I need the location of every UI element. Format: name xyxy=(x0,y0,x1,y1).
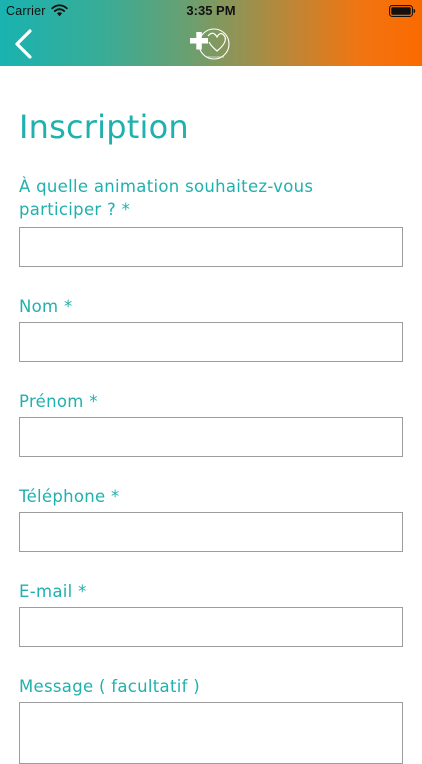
page-title: Inscription xyxy=(19,108,189,146)
navigation-header: Carrier 3:35 PM xyxy=(0,0,422,66)
animation-input[interactable] xyxy=(19,227,403,267)
email-input[interactable] xyxy=(19,607,403,647)
prenom-input[interactable] xyxy=(19,417,403,457)
field-label-nom: Nom * xyxy=(19,297,73,316)
field-label-telephone: Téléphone * xyxy=(19,487,120,506)
field-label-animation: À quelle animation souhaitez-vous partic… xyxy=(19,177,314,219)
field-label-email: E-mail * xyxy=(19,582,87,601)
field-label-message: Message ( facultatif ) xyxy=(19,677,201,696)
field-label-prenom: Prénom * xyxy=(19,392,98,411)
nom-input[interactable] xyxy=(19,322,403,362)
message-textarea[interactable] xyxy=(19,702,403,764)
cross-heart-logo xyxy=(190,28,230,60)
status-bar: Carrier 3:35 PM xyxy=(0,0,422,22)
status-time: 3:35 PM xyxy=(186,3,236,18)
back-button[interactable] xyxy=(8,26,42,62)
chevron-left-icon xyxy=(15,29,32,59)
telephone-input[interactable] xyxy=(19,512,403,552)
battery-icon xyxy=(389,5,416,17)
